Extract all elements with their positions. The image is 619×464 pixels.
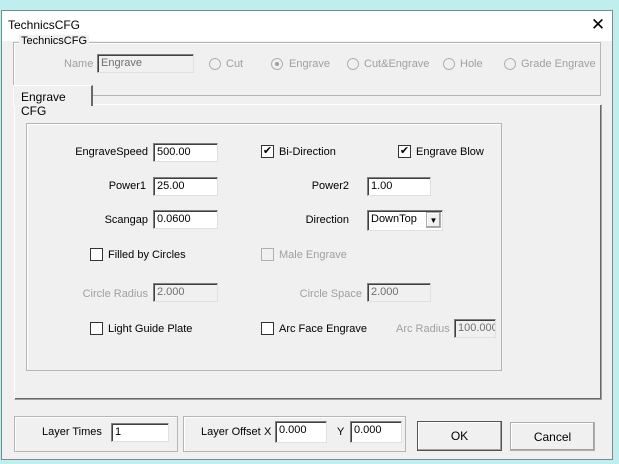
group-legend: TechnicsCFG [19, 35, 90, 47]
direction-select[interactable]: DownTop ▼ [367, 210, 443, 231]
ok-button[interactable]: OK [417, 421, 502, 451]
arc-radius-label: Arc Radius [396, 323, 450, 335]
light-guide-plate-checkbox[interactable] [90, 322, 103, 335]
window-title: TechnicsCFG [8, 18, 81, 32]
direction-label: Direction [305, 214, 349, 226]
bi-direction-checkbox[interactable]: ✔ [261, 145, 274, 158]
cancel-button[interactable]: Cancel [510, 422, 595, 451]
technics-cfg-dialog: TechnicsCFG ✕ TechnicsCFG Name Engrave C… [1, 10, 613, 460]
scangap-label: Scangap [104, 214, 148, 226]
circle-space-input[interactable]: 2.000 [367, 283, 431, 302]
circle-radius-label: Circle Radius [82, 288, 148, 300]
y-label: Y [337, 426, 345, 438]
direction-value: DownTop [371, 213, 417, 225]
radio-engrave[interactable] [271, 58, 283, 70]
chevron-down-icon[interactable]: ▼ [426, 212, 441, 228]
engrave-blow-checkbox[interactable]: ✔ [398, 145, 411, 158]
close-icon[interactable]: ✕ [587, 14, 609, 36]
tab-label: Engrave CFG [21, 90, 66, 118]
arc-face-engrave-checkbox[interactable] [261, 322, 274, 335]
radio-cut[interactable] [209, 58, 221, 70]
layer-offset-y-input[interactable]: 0.000 [350, 421, 402, 443]
radio-grade-engrave[interactable] [504, 58, 516, 70]
name-field[interactable]: Engrave [97, 54, 194, 73]
radio-cut-label: Cut [226, 58, 244, 70]
radio-hole[interactable] [443, 58, 455, 70]
radio-hole-label: Hole [460, 58, 483, 70]
name-label: Name [64, 58, 94, 70]
x-label: X [264, 426, 272, 438]
power1-label: Power1 [108, 180, 146, 192]
engrave-speed-label: EngraveSpeed [75, 146, 148, 158]
layer-offset-x-input[interactable]: 0.000 [275, 421, 327, 443]
filled-by-circles-label: Filled by Circles [108, 249, 186, 261]
arc-radius-input[interactable]: 100.000 [454, 319, 496, 338]
filled-by-circles-checkbox[interactable] [90, 248, 103, 261]
layer-offset-label: Layer Offset [201, 426, 261, 438]
tab-engrave-cfg[interactable]: Engrave CFG [13, 85, 93, 118]
radio-engrave-label: Engrave [289, 58, 330, 70]
male-engrave-label: Male Engrave [279, 249, 347, 261]
male-engrave-checkbox[interactable] [261, 248, 274, 261]
radio-grade-engrave-label: Grade Engrave [521, 58, 596, 70]
radio-cut-engrave[interactable] [347, 58, 359, 70]
power2-label: Power2 [311, 180, 349, 192]
light-guide-plate-label: Light Guide Plate [108, 323, 193, 335]
engrave-speed-input[interactable]: 500.00 [153, 143, 218, 162]
circle-space-label: Circle Space [299, 288, 362, 300]
engrave-blow-label: Engrave Blow [416, 146, 484, 158]
arc-face-engrave-label: Arc Face Engrave [279, 323, 368, 335]
circle-radius-input[interactable]: 2.000 [153, 283, 218, 302]
power2-input[interactable]: 1.00 [367, 177, 431, 196]
bi-direction-label: Bi-Direction [279, 146, 336, 158]
layer-times-input[interactable]: 1 [111, 423, 169, 442]
title-bar: TechnicsCFG ✕ [2, 11, 612, 41]
power1-input[interactable]: 25.00 [153, 177, 218, 196]
scangap-input[interactable]: 0.0600 [153, 210, 218, 229]
radio-cut-engrave-label: Cut&Engrave [364, 58, 430, 70]
layer-times-label: Layer Times [42, 426, 102, 438]
